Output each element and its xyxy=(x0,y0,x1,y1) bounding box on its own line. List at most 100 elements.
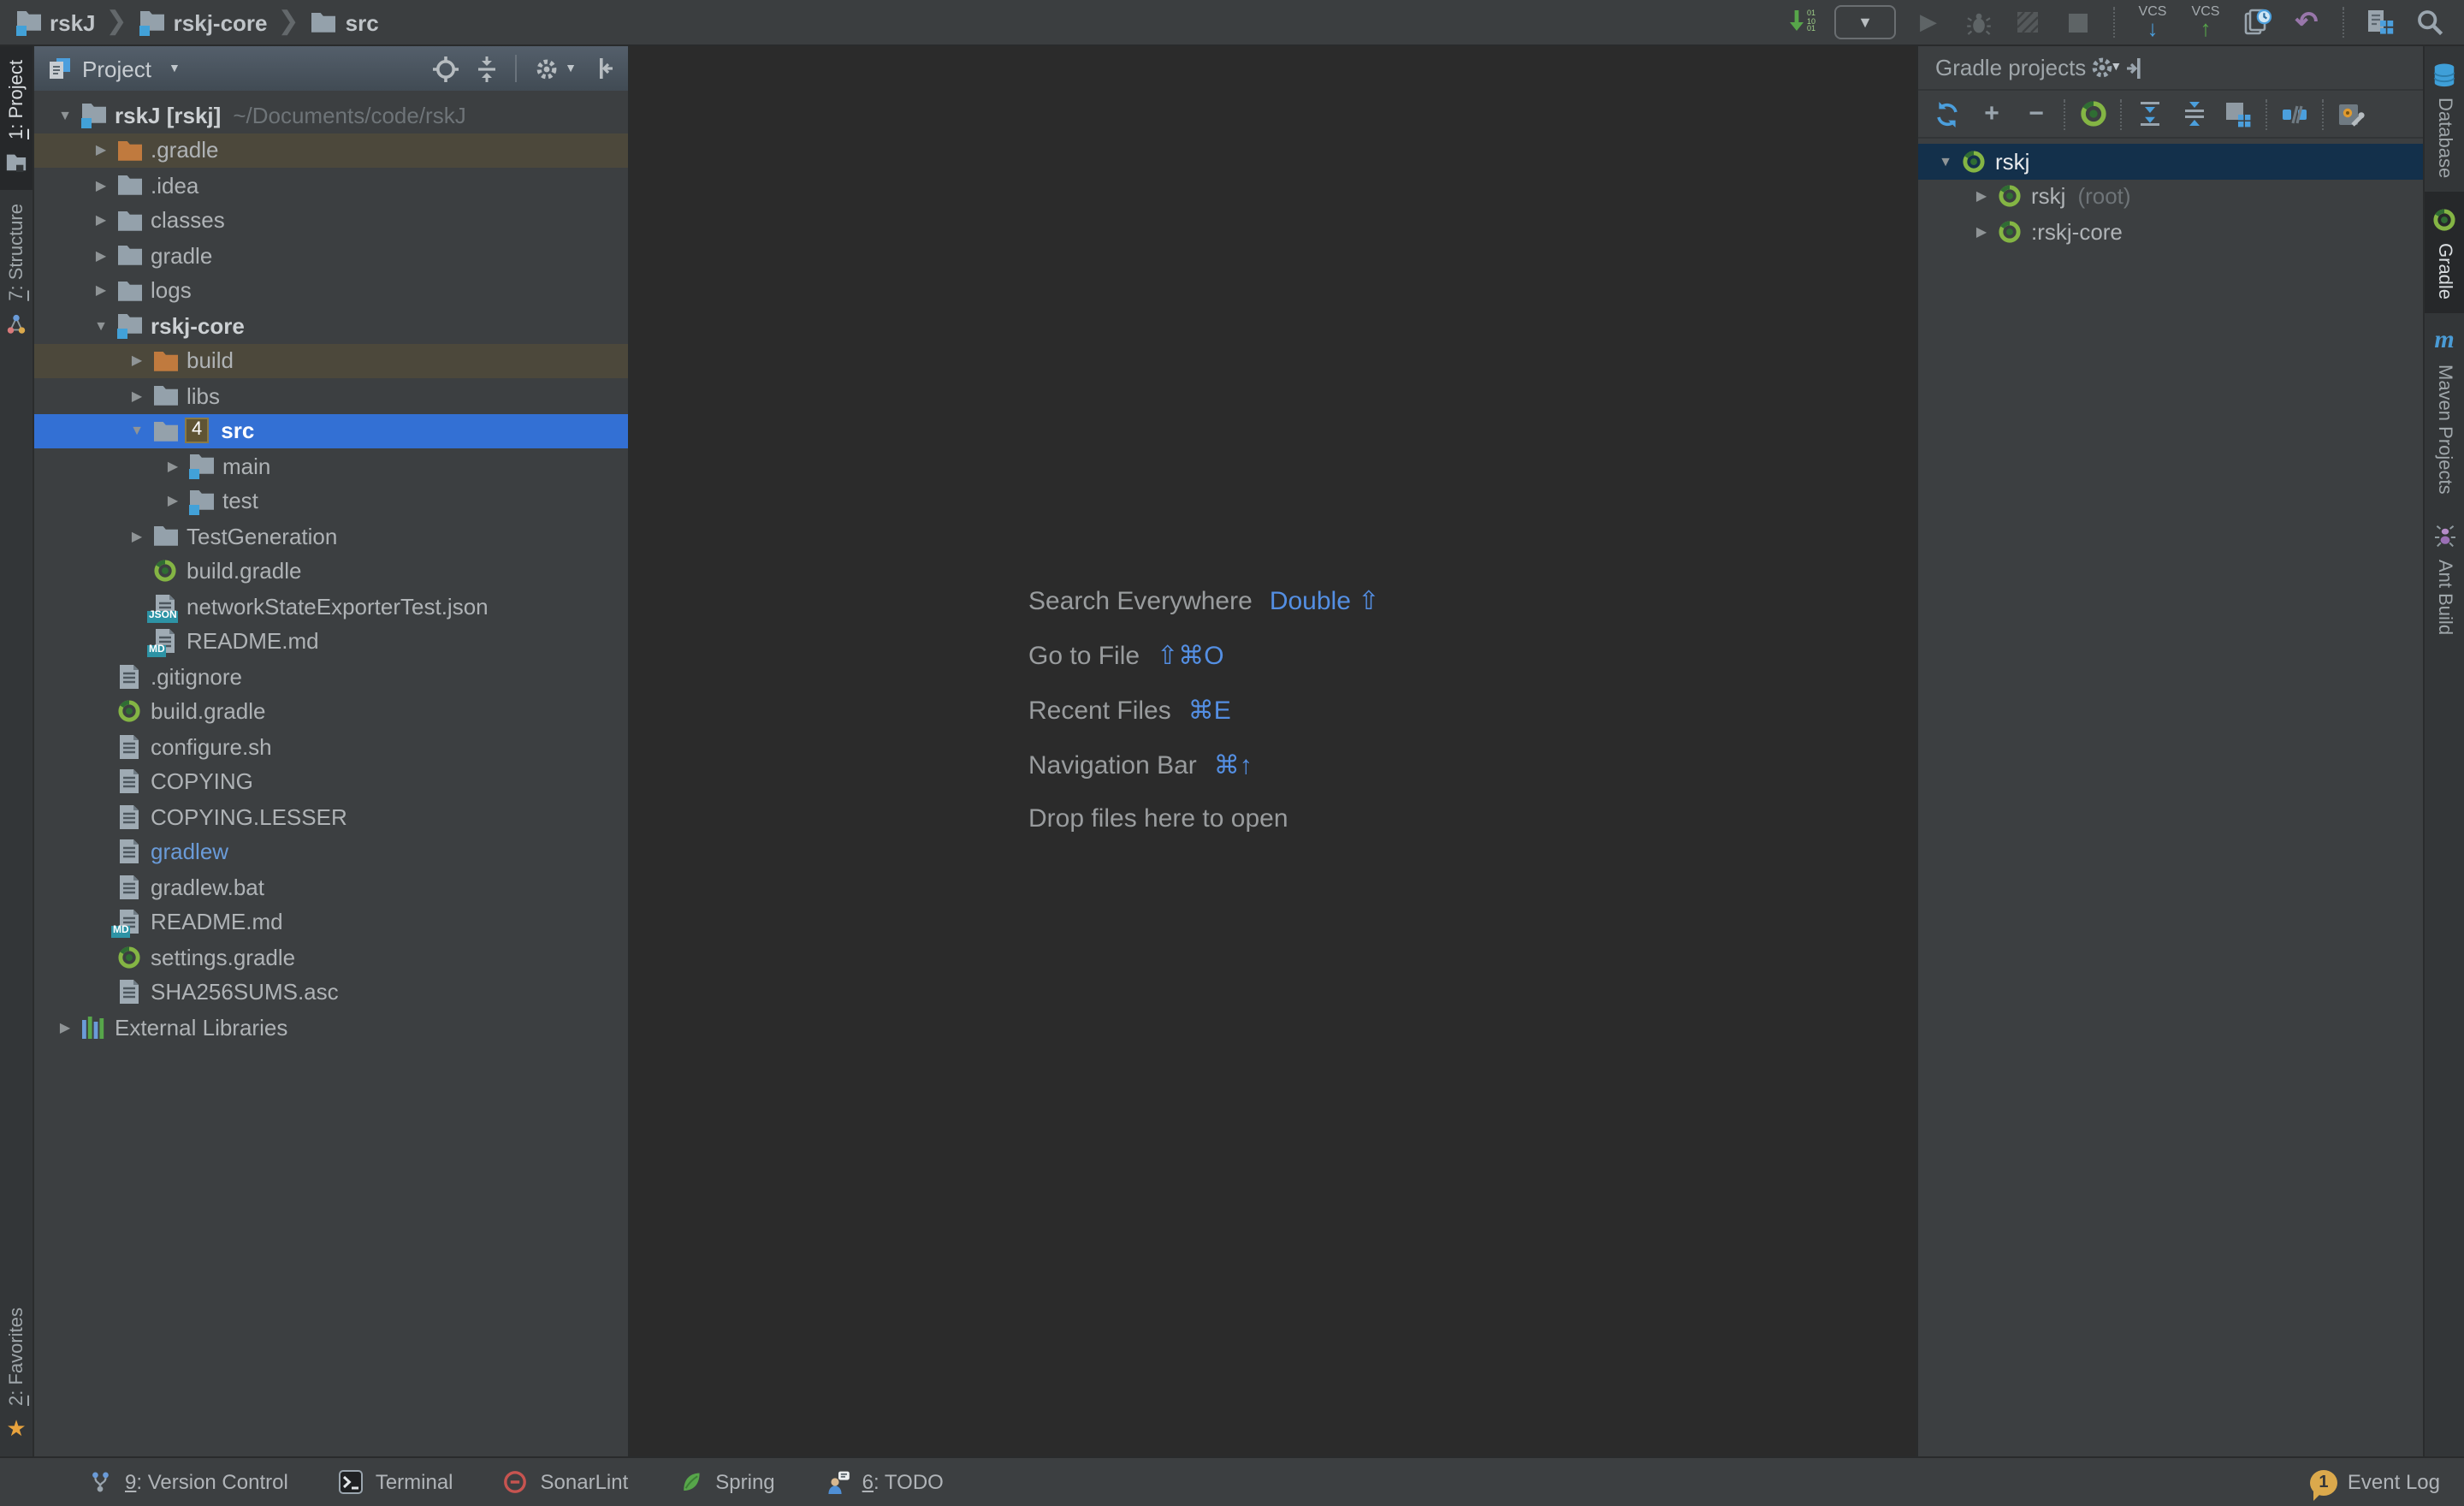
breadcrumb-item[interactable]: rskJ xyxy=(14,9,96,36)
tree-row[interactable]: build.gradle xyxy=(34,554,628,589)
tool-window-tab-maven-projects[interactable]: mMaven Projects xyxy=(2425,313,2464,508)
tool-window-tab-gradle[interactable]: Gradle xyxy=(2425,192,2464,313)
event-log-button[interactable]: 1 Event Log xyxy=(2310,1469,2440,1495)
coverage-icon[interactable] xyxy=(2011,3,2045,41)
chevron-collapsed-icon[interactable]: ▶ xyxy=(87,143,115,158)
update-project-icon[interactable]: 011001 xyxy=(1785,3,1819,41)
gradle-settings-icon[interactable] xyxy=(2332,95,2370,133)
tree-row[interactable]: ▶main xyxy=(34,448,628,483)
chevron-collapsed-icon[interactable]: ▶ xyxy=(87,213,115,228)
status-item---version-control[interactable]: 9: Version Control xyxy=(86,1470,288,1494)
tree-row[interactable]: ▶libs xyxy=(34,378,628,413)
tree-row[interactable]: ▶:rskj-core xyxy=(1918,214,2423,249)
tree-row[interactable]: ▼rskj-core xyxy=(34,308,628,343)
tool-window-tab---favorites[interactable]: 2: Favorites★ xyxy=(0,1293,33,1456)
tree-row[interactable]: MDREADME.md xyxy=(34,904,628,940)
vcs-commit-icon[interactable]: VCS ↑ xyxy=(2187,5,2224,39)
offline-mode-icon[interactable] xyxy=(2276,95,2313,133)
folder-icon xyxy=(115,244,144,268)
tool-window-tab---project[interactable]: 1: Project xyxy=(0,46,33,191)
breadcrumb-item[interactable]: src xyxy=(310,9,379,35)
chevron-collapsed-icon[interactable]: ▶ xyxy=(1968,224,1995,240)
run-configuration-dropdown[interactable]: ▼ xyxy=(1834,5,1896,39)
status-item-sonarlint[interactable]: SonarLint xyxy=(501,1470,629,1494)
gradle-panel-title[interactable]: Gradle projects xyxy=(1935,55,2086,80)
expand-all-icon[interactable] xyxy=(2130,95,2168,133)
sonarlint-icon xyxy=(501,1470,530,1494)
tool-window-tab-database[interactable]: Database xyxy=(2425,46,2464,192)
project-structure-icon[interactable] xyxy=(2363,3,2397,41)
tree-row[interactable]: JSONnetworkStateExporterTest.json xyxy=(34,589,628,624)
tree-row[interactable]: ▼rskj xyxy=(1918,144,2423,179)
run-gradle-task-icon[interactable] xyxy=(2074,95,2112,133)
chevron-expanded-icon[interactable]: ▼ xyxy=(87,318,115,334)
stop-icon[interactable] xyxy=(2060,3,2094,41)
tree-row[interactable]: gradlew xyxy=(34,834,628,869)
detach-project-icon[interactable]: − xyxy=(2017,95,2055,133)
chevron-collapsed-icon[interactable]: ▶ xyxy=(51,1020,79,1035)
attach-project-icon[interactable]: + xyxy=(1973,95,2011,133)
tree-row[interactable]: ▶External Libraries xyxy=(34,1010,628,1045)
chevron-collapsed-icon[interactable]: ▶ xyxy=(123,388,151,404)
chevron-down-icon[interactable]: ▼ xyxy=(169,62,181,74)
tree-item-detail: (root) xyxy=(2077,184,2130,210)
tree-row[interactable]: ▶gradle xyxy=(34,238,628,273)
chevron-collapsed-icon[interactable]: ▶ xyxy=(87,283,115,299)
filetype-badge: JSON xyxy=(147,611,179,623)
undo-icon[interactable]: ↶ xyxy=(2289,3,2324,41)
chevron-collapsed-icon[interactable]: ▶ xyxy=(87,178,115,193)
group-modules-icon[interactable] xyxy=(2219,95,2257,133)
chevron-expanded-icon[interactable]: ▼ xyxy=(1932,154,1959,169)
chevron-collapsed-icon[interactable]: ▶ xyxy=(159,494,187,509)
tree-row[interactable]: configure.sh xyxy=(34,729,628,764)
settings-gear-icon[interactable] xyxy=(530,51,561,86)
tree-row[interactable]: COPYING.LESSER xyxy=(34,799,628,834)
tree-row[interactable]: gradlew.bat xyxy=(34,869,628,904)
folder-icon xyxy=(115,279,144,303)
tree-row[interactable]: ▶.gradle xyxy=(34,133,628,168)
chevron-collapsed-icon[interactable]: ▶ xyxy=(123,529,151,544)
chevron-collapsed-icon[interactable]: ▶ xyxy=(87,248,115,264)
chevron-expanded-icon[interactable]: ▼ xyxy=(51,108,79,123)
tool-window-tab-ant-build[interactable]: Ant Build xyxy=(2425,508,2464,649)
project-panel-title[interactable]: Project xyxy=(82,56,151,81)
refresh-icon[interactable] xyxy=(1928,95,1966,133)
status-item-terminal[interactable]: Terminal xyxy=(336,1470,453,1494)
tree-item-detail: ~/Documents/code/rskJ xyxy=(233,103,465,128)
hide-panel-icon[interactable] xyxy=(587,51,618,86)
status-item-spring[interactable]: Spring xyxy=(676,1470,774,1494)
locate-file-icon[interactable] xyxy=(429,51,460,86)
tree-row[interactable]: ▶TestGeneration xyxy=(34,519,628,554)
breadcrumb-item[interactable]: rskj-core xyxy=(138,9,268,36)
tree-row[interactable]: settings.gradle xyxy=(34,940,628,975)
tree-row[interactable]: ▶build xyxy=(34,343,628,378)
collapse-all-icon[interactable] xyxy=(2175,95,2212,133)
tree-row[interactable]: ▼4src xyxy=(34,413,628,448)
local-history-icon[interactable] xyxy=(2240,3,2274,41)
tree-row[interactable]: build.gradle xyxy=(34,694,628,729)
vcs-update-icon[interactable]: VCS ↓ xyxy=(2134,5,2171,39)
tool-window-tab---structure[interactable]: 7: Structure xyxy=(0,191,33,353)
collapse-all-icon[interactable] xyxy=(471,51,501,86)
tree-row[interactable]: ▶logs xyxy=(34,273,628,308)
tree-row[interactable]: ▶test xyxy=(34,483,628,519)
run-icon[interactable]: ▶ xyxy=(1911,3,1946,41)
tree-row[interactable]: ▼rskJ [rskj]~/Documents/code/rskJ xyxy=(34,98,628,133)
hide-panel-icon[interactable] xyxy=(2122,50,2153,85)
tree-row[interactable]: ▶rskj(root) xyxy=(1918,179,2423,214)
search-everywhere-icon[interactable] xyxy=(2413,3,2447,41)
debug-icon[interactable] xyxy=(1961,3,1995,41)
status-item---todo[interactable]: 6: TODO xyxy=(823,1470,944,1494)
folder-icon xyxy=(115,209,144,233)
tree-row[interactable]: COPYING xyxy=(34,764,628,799)
tree-row[interactable]: ▶classes xyxy=(34,203,628,238)
tree-row[interactable]: SHA256SUMS.asc xyxy=(34,975,628,1010)
editor-empty-area[interactable]: Search EverywhereDouble ⇧Go to File⇧⌘ORe… xyxy=(630,46,1916,1456)
tree-row[interactable]: ▶.idea xyxy=(34,168,628,203)
chevron-expanded-icon[interactable]: ▼ xyxy=(123,424,151,439)
chevron-collapsed-icon[interactable]: ▶ xyxy=(1968,189,1995,205)
tree-row[interactable]: MDREADME.md xyxy=(34,624,628,659)
tree-row[interactable]: .gitignore xyxy=(34,659,628,694)
chevron-collapsed-icon[interactable]: ▶ xyxy=(159,459,187,474)
chevron-collapsed-icon[interactable]: ▶ xyxy=(123,353,151,369)
